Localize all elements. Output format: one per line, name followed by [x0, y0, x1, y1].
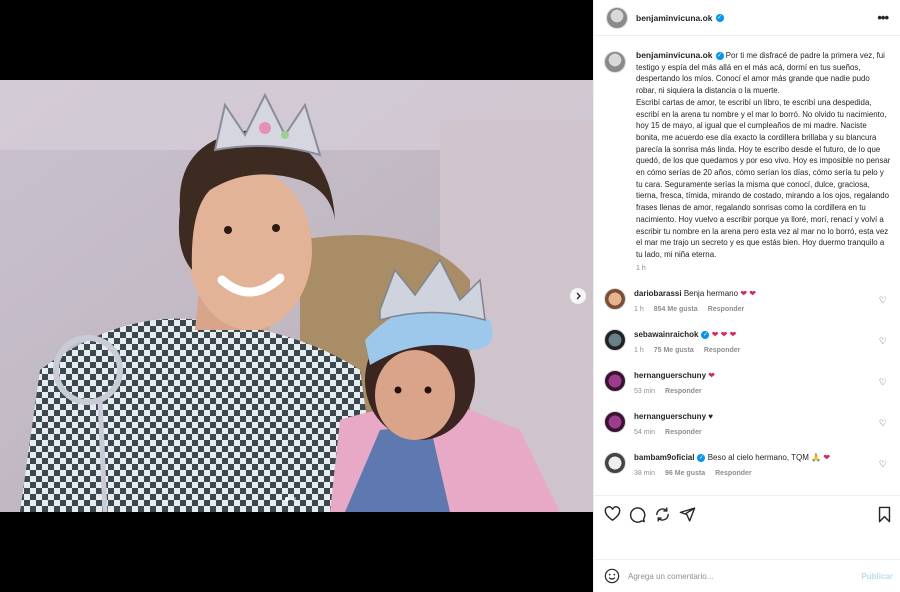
comment-icon[interactable]	[629, 506, 646, 523]
comment-meta: 1 h 75 Me gusta Responder	[634, 345, 874, 356]
publish-button[interactable]: Publicar	[861, 572, 893, 581]
comment-emoji: ♥	[708, 412, 713, 421]
post-caption: benjaminvicuna.ok ✓ Por ti me disfracé de…	[594, 44, 900, 274]
save-icon[interactable]	[876, 506, 893, 523]
comment-item: sebawainraichok ✓ ❤ ❤ ❤ 1 h 75 Me gusta R…	[604, 329, 894, 356]
reply-button[interactable]: Responder	[704, 345, 741, 356]
comment-item: hernanguerschuny ♥ 54 min Responder ♡	[604, 411, 894, 438]
add-comment-bar: Publicar	[594, 559, 900, 592]
author-username[interactable]: benjaminvicuna.ok	[636, 13, 713, 23]
verified-badge-icon: ✓	[715, 51, 724, 60]
comment-avatar[interactable]	[604, 370, 626, 392]
comments-list[interactable]: benjaminvicuna.ok ✓ Por ti me disfracé de…	[594, 44, 900, 495]
comment-time: 53 min	[634, 388, 656, 395]
comment-item: hernanguerschuny ❤ 53 min Responder ♡	[604, 370, 894, 397]
comment-emoji: ❤ ❤ ❤	[711, 330, 737, 339]
share-icon[interactable]	[654, 506, 671, 523]
reply-button[interactable]: Responder	[708, 304, 745, 315]
comment-avatar[interactable]	[604, 329, 626, 351]
comment-time: 38 min	[634, 470, 656, 477]
carousel-dot	[292, 497, 296, 501]
comment-meta: 54 min Responder	[634, 427, 874, 438]
reply-button[interactable]: Responder	[665, 386, 702, 397]
comment-input[interactable]	[628, 571, 838, 581]
like-comment-heart-icon[interactable]: ♡	[879, 459, 887, 470]
comment-text: Beso al cielo hermano, TQM	[707, 453, 809, 462]
comment-meta: 1 h 854 Me gusta Responder	[634, 304, 874, 315]
comment-body: dariobarassi Benja hermano ❤ ❤ 1 h 854 M…	[634, 288, 874, 315]
send-icon[interactable]	[679, 506, 696, 523]
like-comment-heart-icon[interactable]: ♡	[879, 295, 887, 306]
comment-body: sebawainraichok ✓ ❤ ❤ ❤ 1 h 75 Me gusta R…	[634, 329, 874, 356]
post-header: benjaminvicuna.ok ✓ •••	[594, 0, 900, 36]
comment-username[interactable]: hernanguerschuny	[634, 371, 706, 380]
like-comment-heart-icon[interactable]: ♡	[879, 377, 887, 388]
comment-likes[interactable]: 96 Me gusta	[665, 468, 705, 479]
comment-body: bambam9oficial ✓ Beso al cielo hermano, T…	[634, 452, 874, 479]
comment-body: hernanguerschuny ❤ 53 min Responder	[634, 370, 874, 397]
comment-item: dariobarassi Benja hermano ❤ ❤ 1 h 854 M…	[604, 288, 894, 315]
comment-avatar[interactable]	[604, 411, 626, 433]
comment-username[interactable]: sebawainraichok	[634, 330, 698, 339]
comment-emoji: ❤ ❤	[740, 289, 756, 298]
post-media	[0, 0, 593, 592]
photo-illustration	[0, 80, 593, 512]
chevron-right-icon	[576, 292, 581, 300]
comment-likes[interactable]: 75 Me gusta	[654, 345, 694, 356]
comment-emoji: 🙏 ❤	[811, 453, 831, 462]
caption-time: 1 h	[636, 264, 646, 272]
carousel-next-button[interactable]	[570, 288, 586, 304]
carousel-dot-active	[285, 497, 289, 501]
comment-avatar[interactable]	[604, 288, 626, 310]
comment-time: 1 h	[634, 306, 644, 313]
comment-username[interactable]: dariobarassi	[634, 289, 682, 298]
more-icon[interactable]: •••	[877, 11, 889, 24]
like-comment-heart-icon[interactable]: ♡	[879, 418, 887, 429]
verified-badge-icon: ✓	[697, 453, 706, 462]
carousel-indicator	[285, 497, 296, 501]
comment-likes[interactable]: 854 Me gusta	[654, 304, 698, 315]
caption-username[interactable]: benjaminvicuna.ok	[636, 50, 713, 60]
caption-body: benjaminvicuna.ok ✓ Por ti me disfracé de…	[636, 50, 891, 274]
like-comment-heart-icon[interactable]: ♡	[879, 336, 887, 347]
post-photo[interactable]	[0, 80, 593, 512]
comment-meta: 53 min Responder	[634, 386, 874, 397]
verified-badge-icon: ✓	[715, 13, 724, 22]
comment-emoji: ❤	[708, 371, 715, 380]
comment-body: hernanguerschuny ♥ 54 min Responder	[634, 411, 874, 438]
comment-item: bambam9oficial ✓ Beso al cielo hermano, T…	[604, 452, 894, 479]
verified-badge-icon: ✓	[701, 330, 710, 339]
comment-meta: 38 min 96 Me gusta Responder	[634, 468, 874, 479]
emoji-icon[interactable]	[604, 568, 620, 584]
caption-avatar[interactable]	[604, 51, 626, 73]
comment-time: 54 min	[634, 429, 656, 436]
reply-button[interactable]: Responder	[665, 427, 702, 438]
caption-text-2: Escribí cartas de amor, te escribí un li…	[636, 97, 891, 259]
post-actions	[594, 495, 900, 533]
comment-time: 1 h	[634, 347, 644, 354]
author-avatar[interactable]	[606, 6, 628, 29]
post-side-panel: benjaminvicuna.ok ✓ ••• benjaminvicuna.o…	[593, 0, 900, 592]
reply-button[interactable]: Responder	[715, 468, 752, 479]
comment-username[interactable]: hernanguerschuny	[634, 412, 706, 421]
heart-icon[interactable]	[604, 506, 621, 523]
comment-username[interactable]: bambam9oficial	[634, 453, 694, 462]
comment-avatar[interactable]	[604, 452, 626, 474]
comment-text: Benja hermano	[683, 289, 739, 298]
